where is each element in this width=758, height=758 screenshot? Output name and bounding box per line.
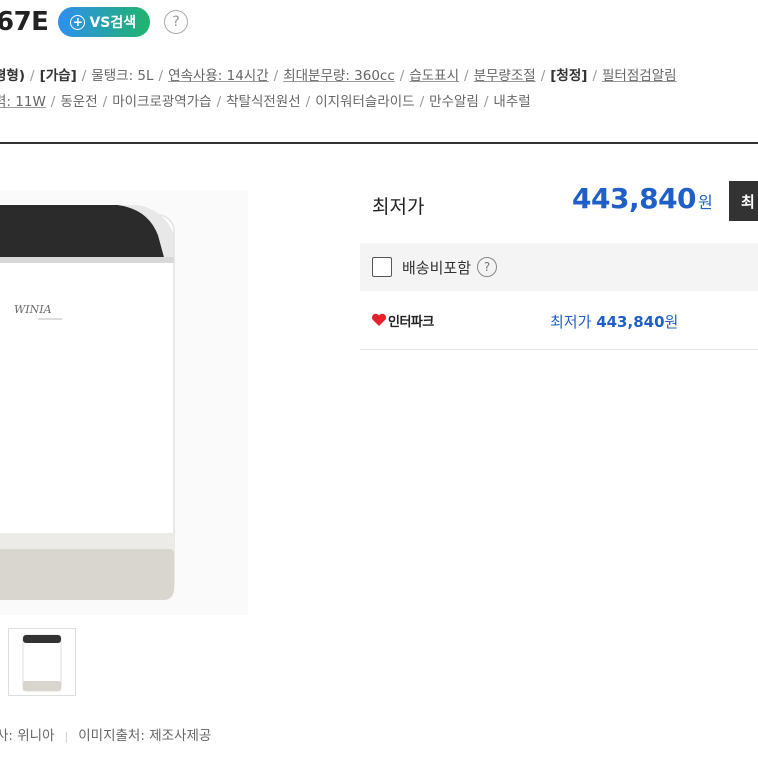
shipping-included-label[interactable]: 배송비포함 [402, 257, 471, 278]
spec-item: 착탈식전원선 [226, 94, 301, 110]
spec-item: 만수알림 [429, 94, 479, 110]
seller-price-prefix: 최저가 [550, 313, 592, 331]
image-meta: 사: 위니아 | 이미지출처: 제조사제공 [0, 724, 211, 744]
interpark-heart-icon [371, 313, 387, 326]
shipping-included-checkbox[interactable] [372, 257, 392, 277]
image-source-label: 이미지출처: 제조사제공 [78, 728, 212, 744]
spec-item: [가습] [39, 68, 77, 84]
lowest-price-value: 443,840 [572, 182, 697, 215]
lowest-price: 443,840 원 [572, 182, 713, 215]
seller-name[interactable]: 인터파크 [388, 311, 434, 330]
vs-search-label: VS검색 [89, 15, 137, 31]
spec-item: 평형) [0, 68, 26, 84]
spec-separator: / [216, 94, 222, 110]
spec-separator: / [102, 94, 108, 110]
spec-separator: / [81, 68, 87, 84]
spec-item[interactable]: 력: 11W [0, 94, 46, 110]
spec-item: 마이크로광역가습 [112, 94, 212, 110]
meta-separator: | [64, 730, 69, 743]
spec-separator: / [305, 94, 311, 110]
shipping-help-icon[interactable]: ? [477, 257, 498, 277]
lowest-price-label: 최저가 [372, 196, 425, 218]
spec-separator: / [399, 68, 405, 84]
seller-row[interactable]: 인터파크 최저가 443,840원 [360, 292, 758, 350]
spec-separator: / [483, 94, 489, 110]
spec-summary-line-2: 력: 11W / 동운전 / 마이크로광역가습 / 착탈식전원선 / 이지워터슬라이드 / 만수알림… [0, 90, 531, 110]
thumbnail-image [22, 634, 62, 692]
spec-item[interactable]: 습도표시 [409, 68, 459, 84]
spec-separator: / [419, 94, 425, 110]
vs-search-button[interactable]: + VS검색 [58, 7, 151, 37]
spec-item: 내추럴 [493, 94, 531, 110]
spec-summary-line-1: 평형) / [가습] / 물탱크: 5L / 연속사용: 14시간 / 최대분무량: 360cc… [0, 64, 677, 84]
product-image[interactable]: WINIA [0, 205, 176, 600]
seller-price-value: 443,840 [596, 313, 665, 331]
product-model-name: 67E [0, 7, 49, 37]
spec-item: [청정] [550, 68, 588, 84]
spec-separator: / [464, 68, 469, 84]
spec-separator: / [592, 68, 598, 84]
product-thumbnail[interactable] [8, 628, 76, 696]
section-divider [0, 142, 758, 144]
spec-item[interactable]: 분무량조절 [474, 68, 536, 84]
shipping-option: 배송비포함 ? [360, 243, 758, 291]
product-title-row: 67E + VS검색 ? [0, 4, 189, 40]
spec-separator: / [30, 68, 35, 84]
spec-item[interactable]: 연속사용: 14시간 [168, 68, 269, 84]
seller-price[interactable]: 최저가 443,840원 [550, 311, 678, 332]
seller-price-currency: 원 [664, 313, 679, 331]
currency-unit: 원 [698, 193, 713, 212]
spec-item[interactable]: 필터점검알림 [602, 68, 677, 84]
spec-item: 이지워터슬라이드 [315, 94, 415, 110]
lowest-price-buy-button[interactable]: 최 [729, 181, 758, 221]
spec-separator: / [273, 68, 279, 84]
spec-separator: / [158, 68, 164, 84]
spec-separator: / [540, 68, 546, 84]
help-icon[interactable]: ? [164, 10, 189, 34]
spec-item: 물탱크: 5L [91, 68, 154, 84]
plus-circle-icon: + [70, 14, 86, 30]
brand-logo-text: WINIA [14, 303, 52, 316]
spec-separator: / [50, 94, 56, 110]
spec-item[interactable]: 최대분무량: 360cc [283, 68, 395, 84]
manufacturer-label: 사: 위니아 [0, 728, 55, 744]
spec-item: 동운전 [60, 94, 98, 110]
